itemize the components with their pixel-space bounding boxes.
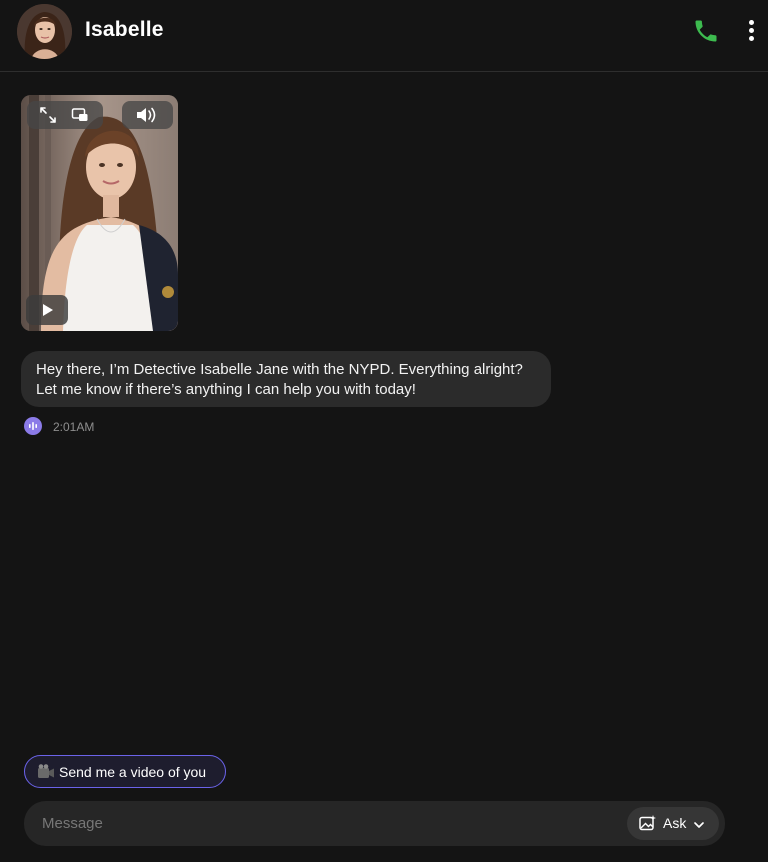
video-camera-icon [37, 763, 55, 781]
message-input[interactable] [42, 801, 602, 846]
video-controls [27, 101, 103, 129]
expand-icon[interactable] [39, 106, 57, 124]
picture-in-picture-icon[interactable] [71, 106, 89, 124]
message-text-line: Hey there, I’m Detective Isabelle Jane w… [36, 361, 523, 378]
chevron-down-icon [693, 818, 705, 830]
phone-icon[interactable] [692, 17, 720, 45]
ask-label: Ask [663, 815, 687, 831]
audio-wave-icon[interactable] [24, 417, 42, 435]
message-timestamp: 2:01AM [53, 420, 95, 434]
contact-name: Isabelle [85, 18, 164, 41]
play-icon[interactable] [26, 295, 68, 325]
chat-screen: Isabelle Hey there, I’m Detective Isabel… [0, 0, 768, 862]
suggestion-label: Send me a video of you [59, 764, 207, 780]
avatar[interactable] [17, 4, 72, 59]
message-bubble: Hey there, I’m Detective Isabelle Jane w… [21, 351, 551, 407]
suggestion-chip[interactable]: Send me a video of you [24, 755, 226, 788]
video-message[interactable] [21, 95, 178, 331]
more-vertical-icon[interactable] [740, 18, 762, 44]
volume-icon[interactable] [122, 101, 173, 129]
message-text-line: Let me know if there’s anything I can he… [36, 381, 416, 398]
chat-header: Isabelle [0, 0, 768, 72]
image-sparkle-icon [638, 814, 657, 833]
message-composer: Ask [24, 801, 725, 846]
ask-button[interactable]: Ask [627, 807, 719, 840]
